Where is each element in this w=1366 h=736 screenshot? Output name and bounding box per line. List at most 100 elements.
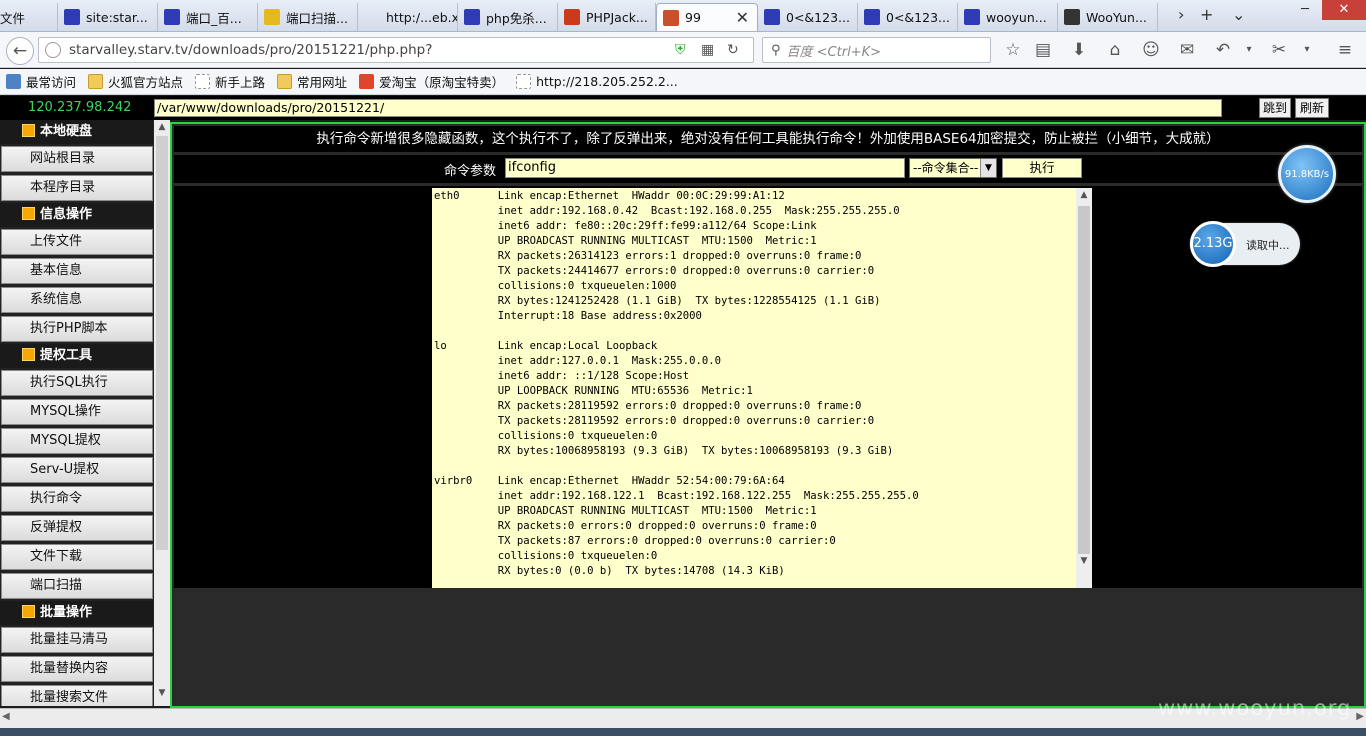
sidebar-item[interactable]: 执行命令 <box>1 486 153 512</box>
qr-code-icon[interactable]: ▦ <box>701 42 717 58</box>
tab-list-icon[interactable]: ⌄ <box>1232 5 1245 24</box>
scroll-left-icon[interactable]: ◀ <box>2 711 10 722</box>
window-maximize-button[interactable] <box>1288 0 1318 20</box>
sidebar-item[interactable]: 反弹提权 <box>1 515 153 541</box>
scrollbar-thumb[interactable] <box>156 136 168 550</box>
search-input[interactable]: ⚲ 百度 <Ctrl+K> <box>762 37 991 63</box>
scrollbar-thumb[interactable] <box>1078 206 1090 554</box>
baidu-paw-icon <box>64 9 80 25</box>
tab-10[interactable]: 0<&123... <box>858 3 958 31</box>
chevron-down-icon[interactable]: ▼ <box>980 159 996 177</box>
sidebar-section-header: 本地硬盘 <box>0 120 153 144</box>
sidebar-item[interactable]: 基本信息 <box>1 258 153 284</box>
url-bar[interactable]: starvalley.starv.tv/downloads/pro/201512… <box>38 37 754 63</box>
download-icon[interactable]: ⬇ <box>1066 37 1092 63</box>
scroll-down-icon[interactable]: ▼ <box>1078 556 1090 570</box>
tab-3[interactable]: 端口_百... <box>158 3 258 31</box>
sidebar-item[interactable]: 执行PHP脚本 <box>1 316 153 342</box>
tab-9[interactable]: 0<&123... <box>758 3 858 31</box>
sidebar-item[interactable]: 文件下载 <box>1 544 153 570</box>
window-close-button[interactable]: ✕ <box>1322 0 1366 20</box>
sidebar-item[interactable]: 执行SQL执行 <box>1 370 153 396</box>
back-button[interactable]: ← <box>6 37 34 65</box>
home-icon[interactable]: ⌂ <box>1102 37 1128 63</box>
bookmark-item[interactable]: 新手上路 <box>195 72 265 91</box>
new-tab-icon[interactable]: + <box>1200 5 1213 24</box>
tab-scroll-right-icon[interactable]: › <box>1178 5 1184 24</box>
tab-7[interactable]: PHPJack... <box>558 3 656 31</box>
phpjackal-icon <box>564 9 580 25</box>
undo-icon[interactable]: ↶ <box>1210 37 1236 63</box>
sidebar-item[interactable]: 批量挂马清马 <box>1 627 153 653</box>
scroll-down-icon[interactable]: ▼ <box>156 688 168 702</box>
tab-label: http:/...eb.xml <box>386 9 458 25</box>
smiley-icon[interactable]: ☺ <box>1138 37 1164 63</box>
output-scrollbar[interactable]: ▲ ▼ <box>1076 188 1092 588</box>
tab-5[interactable]: http:/...eb.xml <box>358 3 458 31</box>
sidebar-item[interactable]: Serv-U提权 <box>1 457 153 483</box>
scroll-up-icon[interactable]: ▲ <box>1078 190 1090 204</box>
command-output[interactable]: eth0 Link encap:Ethernet HWaddr 00:0C:29… <box>432 188 1092 588</box>
sidebar-scrollbar[interactable]: ▲ ▼ <box>154 120 170 706</box>
command-set-select[interactable]: --命令集合-- ▼ <box>909 158 997 178</box>
taskbar <box>0 728 1366 736</box>
sidebar-item[interactable]: 批量替换内容 <box>1 656 153 682</box>
baidu-paw-icon <box>964 9 980 25</box>
tab-12[interactable]: WooYun... <box>1058 3 1158 31</box>
sidebar-item[interactable]: 上传文件 <box>1 229 153 255</box>
memory-widget[interactable]: 2.13G 读取中... <box>1190 221 1300 267</box>
tab-1[interactable]: 文件 <box>0 3 58 31</box>
bookmark-label: 爱淘宝（原淘宝特卖） <box>379 75 505 90</box>
command-input[interactable]: ifconfig <box>505 158 905 178</box>
sidebar-item[interactable]: 系统信息 <box>1 287 153 313</box>
tab-label: PHPJack... <box>586 9 648 25</box>
jump-button[interactable]: 跳到 <box>1259 98 1291 118</box>
shield-icon <box>663 9 679 26</box>
sidebar-item[interactable]: MYSQL提权 <box>1 428 153 454</box>
path-input[interactable]: /var/www/downloads/pro/20151221/ <box>154 99 1222 117</box>
sidebar-item[interactable]: 批量搜索文件 <box>1 685 153 706</box>
undo-dropdown-icon[interactable]: ▾ <box>1236 37 1262 63</box>
chat-icon[interactable]: ✉ <box>1174 37 1200 63</box>
sidebar-label: 网站根目录 <box>30 151 96 166</box>
baidu-paw-icon <box>464 9 480 25</box>
bookmark-item[interactable]: 常用网址 <box>277 72 347 91</box>
tab-label: 端口扫描... <box>286 10 348 26</box>
folder-icon <box>277 74 293 89</box>
sidebar-label: 上传文件 <box>30 234 83 249</box>
refresh-button[interactable]: 刷新 <box>1295 98 1329 118</box>
sidebar-item[interactable]: 端口扫描 <box>1 573 153 599</box>
tab-2[interactable]: site:star... <box>58 3 158 31</box>
memory-value: 2.13G <box>1190 221 1236 267</box>
reload-icon[interactable]: ↻ <box>727 42 743 58</box>
shield-check-icon[interactable]: ⛨ <box>675 42 691 58</box>
bookmark-item[interactable]: 火狐官方站点 <box>88 72 183 91</box>
tab-label: 99 <box>685 10 701 25</box>
tab-close-icon[interactable]: ✕ <box>736 8 749 27</box>
tools-dropdown-icon[interactable]: ▾ <box>1294 37 1320 63</box>
bookmark-item[interactable]: 爱淘宝（原淘宝特卖） <box>359 72 504 91</box>
sidebar-label: 反弹提权 <box>30 520 83 535</box>
tab-6[interactable]: php免杀... <box>458 3 558 31</box>
bookmark-item[interactable]: 最常访问 <box>6 72 76 91</box>
tab-4[interactable]: 端口扫描... <box>258 3 358 31</box>
reading-list-icon[interactable]: ▤ <box>1030 37 1056 63</box>
scroll-right-icon[interactable]: ▶ <box>1356 711 1364 722</box>
sidebar-label: 本程序目录 <box>30 180 96 195</box>
execute-button[interactable]: 执行 <box>1002 158 1082 178</box>
tab-11[interactable]: wooyun... <box>958 3 1058 31</box>
output-text: eth0 Link encap:Ethernet HWaddr 00:0C:29… <box>434 190 919 577</box>
sidebar-label: 执行SQL执行 <box>30 375 108 390</box>
tools-icon[interactable]: ✂ <box>1266 37 1292 63</box>
command-label: 命令参数 <box>444 164 497 179</box>
sidebar-item[interactable]: 网站根目录 <box>1 146 153 172</box>
menu-icon[interactable]: ≡ <box>1332 37 1358 63</box>
sidebar-label: 本地硬盘 <box>40 124 93 139</box>
sidebar-item[interactable]: MYSQL操作 <box>1 399 153 425</box>
sidebar-item[interactable]: 本程序目录 <box>1 175 153 201</box>
bookmark-star-icon[interactable]: ☆ <box>1000 37 1026 63</box>
tab-8[interactable]: 99 ✕ <box>656 3 758 31</box>
scroll-up-icon[interactable]: ▲ <box>156 122 168 136</box>
bookmark-item[interactable]: http://218.205.252.2... <box>516 74 678 89</box>
network-speed-widget[interactable]: 91.8KB/s <box>1278 145 1336 203</box>
